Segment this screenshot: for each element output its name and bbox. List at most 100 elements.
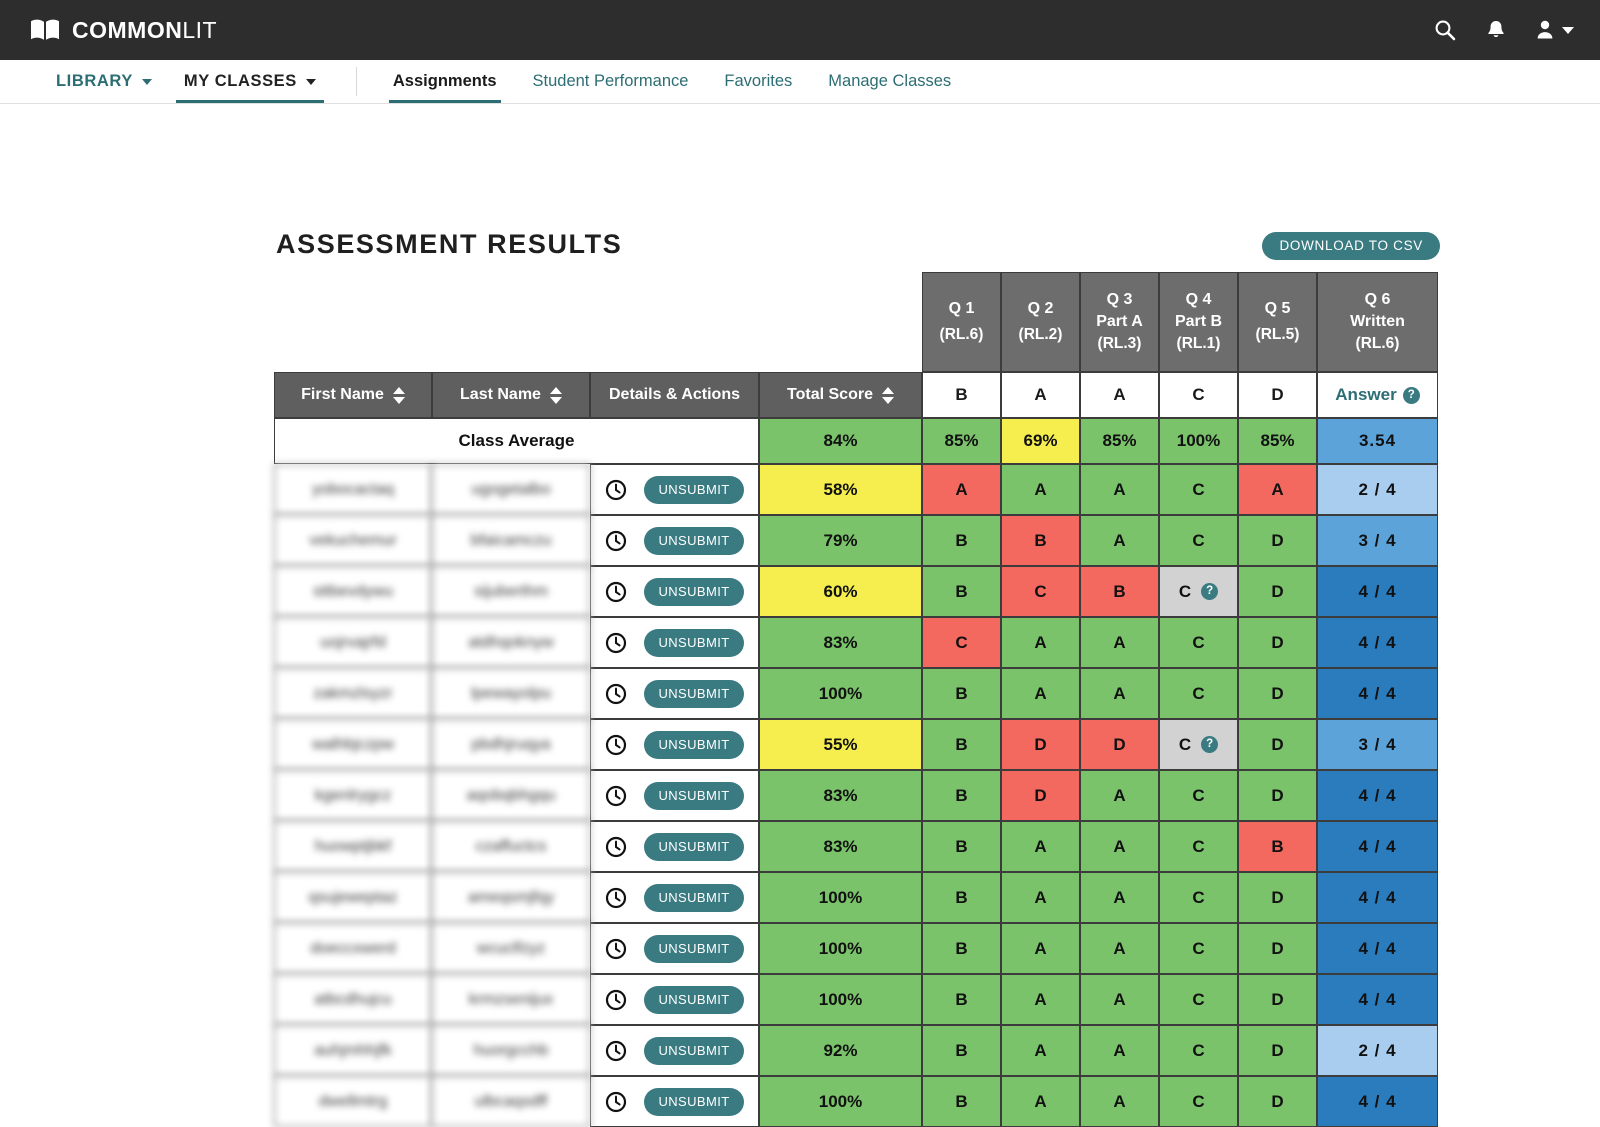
cell-q1: B (922, 821, 1001, 872)
cell-q1: B (922, 1076, 1001, 1127)
brand-logo[interactable]: COMMONLIT (30, 18, 217, 42)
cell-q3: A (1080, 1076, 1159, 1127)
clock-icon[interactable] (605, 785, 627, 807)
nav-item-library-label: LIBRARY (56, 72, 133, 90)
unsubmit-button[interactable]: UNSUBMIT (644, 526, 744, 555)
cell-q5: D (1238, 566, 1317, 617)
cell-q4: C (1159, 617, 1238, 668)
clock-icon[interactable] (605, 734, 627, 756)
cell-q5: D (1238, 719, 1317, 770)
cell-q2: B (1001, 515, 1080, 566)
tab-student-performance[interactable]: Student Performance (515, 60, 707, 103)
nav-item-my-classes[interactable]: MY CLASSES (168, 60, 332, 103)
unsubmit-button[interactable]: UNSUBMIT (644, 1087, 744, 1116)
table-row: yobocactaq ugogetalbo UNSUBMIT 58% AAACA… (274, 464, 1438, 515)
unsubmit-button[interactable]: UNSUBMIT (644, 781, 744, 810)
unsubmit-button[interactable]: UNSUBMIT (644, 577, 744, 606)
sort-arrows-icon[interactable] (549, 386, 562, 404)
cell-first-name: walhbjczpw (274, 719, 432, 770)
cell-first-name: uojrvajrfd (274, 617, 432, 668)
table-row: kgenlrygcz aqobqbhgqu UNSUBMIT 83% BDACD… (274, 770, 1438, 821)
column-header-first-name[interactable]: First Name (274, 372, 432, 418)
brand-name: COMMONLIT (72, 16, 218, 43)
cell-q4: C (1159, 770, 1238, 821)
clock-icon[interactable] (605, 887, 627, 909)
unsubmit-button[interactable]: UNSUBMIT (644, 832, 744, 861)
answer-help-icon[interactable]: ? (1402, 387, 1420, 405)
cell-details-actions: UNSUBMIT (590, 464, 759, 515)
grade-help-icon[interactable]: ? (1201, 736, 1219, 753)
brand-name-light: LIT (182, 16, 218, 43)
tab-favorites[interactable]: Favorites (706, 60, 810, 103)
account-menu[interactable] (1536, 19, 1574, 41)
search-icon[interactable] (1434, 19, 1456, 41)
cell-last-name: sijuberthm (432, 566, 590, 617)
unsubmit-button[interactable]: UNSUBMIT (644, 883, 744, 912)
section-tabs: Assignments Student Performance Favorite… (375, 60, 969, 103)
sort-arrows-icon[interactable] (881, 386, 894, 404)
clock-icon[interactable] (605, 836, 627, 858)
q4-part: Part B (1174, 313, 1223, 331)
cell-first-name: vekuchemur (274, 515, 432, 566)
tab-favorites-label: Favorites (724, 72, 793, 90)
unsubmit-button[interactable]: UNSUBMIT (644, 730, 744, 759)
clock-icon[interactable] (605, 989, 627, 1011)
cell-q1: C (922, 617, 1001, 668)
unsubmit-button[interactable]: UNSUBMIT (644, 1036, 744, 1065)
unsubmit-button[interactable]: UNSUBMIT (644, 679, 744, 708)
download-to-csv-button[interactable]: DOWNLOAD TO CSV (1262, 232, 1440, 260)
cell-q4: C? (1159, 566, 1238, 617)
table-row: sttbevdywu sijuberthm UNSUBMIT 60% B C B C?… (274, 566, 1438, 617)
column-header-details-actions: Details & Actions (590, 372, 759, 418)
clock-icon[interactable] (605, 632, 627, 654)
q2-standard: (RL.2) (1018, 326, 1063, 344)
unsubmit-button[interactable]: UNSUBMIT (644, 628, 744, 657)
cell-q2: D (1001, 770, 1080, 821)
cell-q3: A (1080, 872, 1159, 923)
grade-help-icon[interactable]: ? (1201, 583, 1219, 600)
clock-icon[interactable] (605, 1040, 627, 1062)
cell-q2: A (1001, 1076, 1080, 1127)
clock-icon[interactable] (605, 1091, 627, 1113)
bell-icon[interactable] (1486, 19, 1506, 41)
tab-assignments[interactable]: Assignments (375, 60, 515, 103)
column-header-last-name[interactable]: Last Name (432, 372, 590, 418)
cell-q1: B (922, 719, 1001, 770)
cell-q6: 2 / 4 (1317, 1025, 1438, 1076)
tab-manage-classes[interactable]: Manage Classes (810, 60, 969, 103)
clock-icon[interactable] (605, 683, 627, 705)
q4-standard: (RL.1) (1176, 334, 1221, 352)
class-average-q5: 85% (1238, 418, 1317, 464)
cell-total-score: 100% (759, 872, 922, 923)
cell-q3: A (1080, 770, 1159, 821)
cell-q6: 4 / 4 (1317, 974, 1438, 1025)
q3-standard: (RL.3) (1097, 334, 1142, 352)
clock-icon[interactable] (605, 530, 627, 552)
cell-q1: B (922, 923, 1001, 974)
q6-part: Written (1350, 313, 1405, 331)
cell-q4: C? (1159, 719, 1238, 770)
user-icon (1537, 20, 1553, 39)
cell-total-score: 100% (759, 668, 922, 719)
cell-details-actions: UNSUBMIT (590, 770, 759, 821)
table-row: qsujeweptaz ameqsmjfqy UNSUBMIT 100% BAA… (274, 872, 1438, 923)
cell-details-actions: UNSUBMIT (590, 617, 759, 668)
unsubmit-button[interactable]: UNSUBMIT (644, 985, 744, 1014)
tab-manage-classes-label: Manage Classes (828, 72, 952, 90)
cell-last-name: aqobqbhgqu (432, 770, 590, 821)
grade-value: C (1178, 734, 1192, 754)
sort-arrows-icon[interactable] (392, 386, 405, 404)
unsubmit-button[interactable]: UNSUBMIT (644, 934, 744, 963)
cell-details-actions: UNSUBMIT (590, 1076, 759, 1127)
cell-total-score: 79% (759, 515, 922, 566)
grade-with-help: C? (1178, 734, 1219, 755)
column-header-total-score[interactable]: Total Score (759, 372, 922, 418)
q1-number: Q 1 (948, 299, 975, 317)
clock-icon[interactable] (605, 938, 627, 960)
clock-icon[interactable] (605, 479, 627, 501)
nav-item-library[interactable]: LIBRARY (40, 60, 168, 103)
cell-total-score: 100% (759, 1076, 922, 1127)
clock-icon[interactable] (605, 581, 627, 603)
unsubmit-button[interactable]: UNSUBMIT (644, 475, 744, 504)
main-navigation: LIBRARY MY CLASSES Assignments Student P… (0, 60, 1600, 104)
